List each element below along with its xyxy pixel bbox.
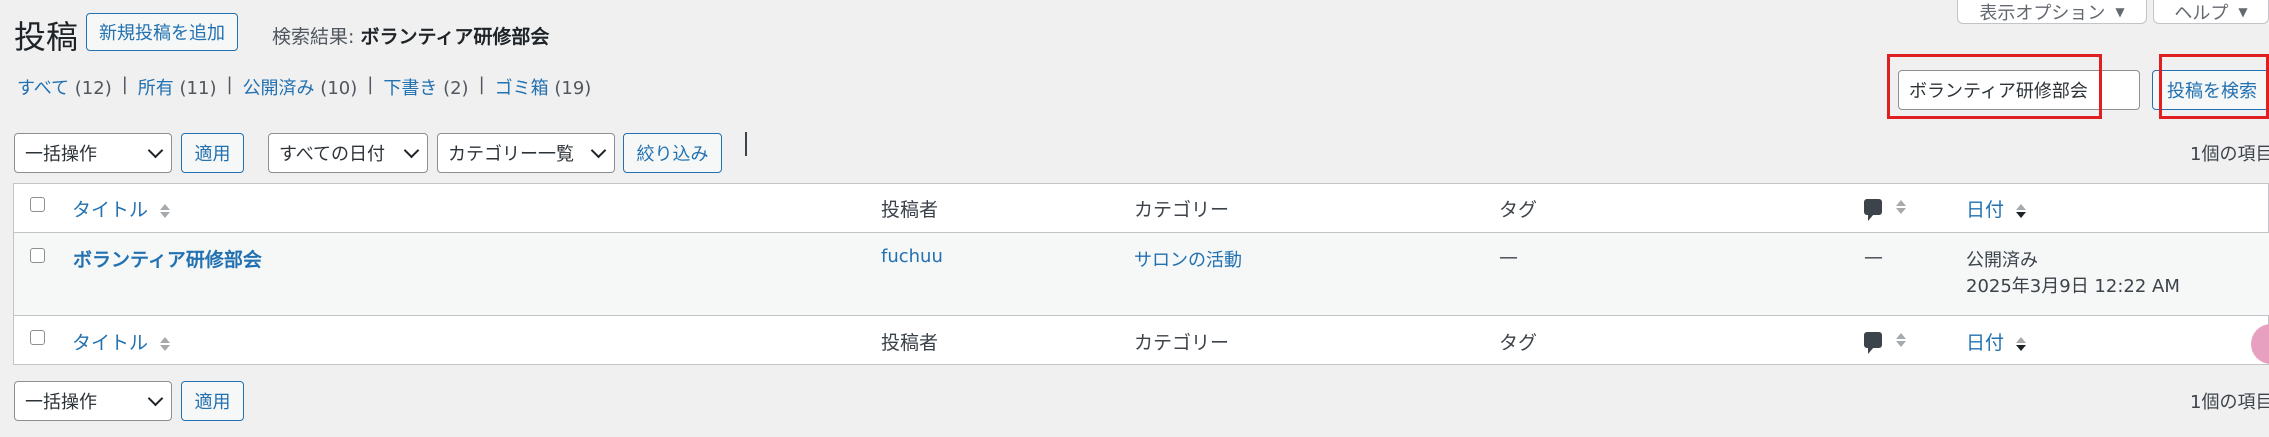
column-date-sort-bottom[interactable]: 日付 — [1966, 328, 2027, 355]
view-separator: | — [367, 74, 374, 95]
view-separator: | — [226, 74, 233, 95]
post-author-link[interactable]: fuchuu — [881, 246, 943, 267]
item-count-bottom: 1個の項目 — [2190, 392, 2269, 413]
column-title-label: タイトル — [72, 199, 149, 221]
sort-icon — [1896, 200, 1906, 214]
view-published-link[interactable]: 公開済み (10) — [243, 74, 358, 100]
search-result-prefix: 検索結果: — [272, 26, 355, 48]
sort-icon — [2016, 203, 2027, 218]
column-title-sort-bottom[interactable]: タイトル — [72, 328, 171, 355]
column-comments-sort[interactable] — [1864, 199, 1906, 221]
post-comments: — — [1864, 246, 1883, 268]
post-category-link[interactable]: サロンの活動 — [1134, 246, 1242, 272]
apply-button-top[interactable]: 適用 — [181, 133, 244, 173]
column-categories: カテゴリー — [1134, 199, 1230, 221]
column-categories-bottom: カテゴリー — [1134, 332, 1230, 354]
post-status-views: すべて (12) | 所有 (11) | 公開済み (10) | 下書き (2)… — [17, 74, 591, 100]
page-title: 投稿 — [14, 18, 79, 56]
sort-icon — [2016, 336, 2027, 351]
chevron-down-icon — [403, 142, 420, 158]
comment-bubble-icon — [1864, 199, 1882, 221]
sort-icon — [160, 203, 171, 218]
search-result-query: ボランティア研修部会 — [360, 26, 550, 48]
column-comments-sort-bottom[interactable] — [1864, 332, 1906, 354]
view-mine-link[interactable]: 所有 (11) — [138, 74, 217, 100]
sort-icon — [160, 336, 171, 351]
view-trash-link[interactable]: ゴミ箱 (19) — [495, 74, 592, 100]
highlight-box-search-input — [1887, 54, 2102, 119]
date-filter-select[interactable]: すべての日付 — [268, 133, 428, 173]
screen-options-button[interactable]: 表示オプション ▼ — [1957, 0, 2147, 24]
add-new-post-button[interactable]: 新規投稿を追加 — [86, 13, 238, 51]
select-all-checkbox[interactable] — [30, 197, 45, 212]
header-divider — [13, 232, 2269, 233]
post-status: 公開済み — [1966, 250, 2038, 271]
column-date-label: 日付 — [1966, 199, 2005, 221]
view-separator: | — [478, 74, 485, 95]
sort-icon — [1896, 333, 1906, 347]
help-tab-button[interactable]: ヘルプ ▼ — [2153, 0, 2269, 24]
bulk-action-select-bottom[interactable]: 一括操作 — [14, 381, 172, 421]
chevron-down-icon — [147, 390, 164, 406]
view-all-link[interactable]: すべて (12) — [17, 74, 112, 100]
view-separator: | — [121, 74, 128, 95]
text-cursor — [745, 132, 747, 156]
bulk-action-select-top[interactable]: 一括操作 — [14, 133, 172, 173]
bulk-action-value: 一括操作 — [25, 392, 97, 413]
column-author: 投稿者 — [881, 199, 939, 221]
highlight-box-search-button — [2159, 54, 2269, 119]
column-tags: タグ — [1499, 199, 1538, 221]
post-title-link[interactable]: ボランティア研修部会 — [73, 245, 262, 272]
column-date-label: 日付 — [1966, 332, 2005, 354]
apply-button-bottom[interactable]: 適用 — [181, 381, 244, 421]
search-result-label: 検索結果: ボランティア研修部会 — [272, 22, 549, 49]
column-date-sort[interactable]: 日付 — [1966, 195, 2027, 222]
column-tags-bottom: タグ — [1499, 332, 1538, 354]
bulk-action-value: 一括操作 — [25, 144, 97, 165]
filter-button[interactable]: 絞り込み — [623, 133, 722, 173]
view-drafts-link[interactable]: 下書き (2) — [383, 74, 468, 100]
select-all-checkbox-bottom[interactable] — [30, 330, 45, 345]
comment-bubble-icon — [1864, 332, 1882, 354]
screen-options-label: 表示オプション — [1979, 2, 2106, 24]
row-checkbox[interactable] — [30, 248, 45, 263]
help-label: ヘルプ — [2174, 2, 2229, 24]
date-filter-value: すべての日付 — [279, 144, 386, 165]
column-author-bottom: 投稿者 — [881, 332, 939, 354]
chevron-down-icon — [590, 142, 607, 158]
chevron-down-icon — [147, 142, 164, 158]
caret-down-icon: ▼ — [2238, 4, 2248, 19]
post-tags: — — [1499, 246, 1518, 268]
column-title-sort[interactable]: タイトル — [72, 195, 171, 222]
post-date: 2025年3月9日 12:22 AM — [1966, 276, 2180, 297]
category-filter-select[interactable]: カテゴリー一覧 — [437, 133, 615, 173]
column-title-label: タイトル — [72, 332, 149, 354]
footer-divider — [13, 315, 2269, 316]
item-count-top: 1個の項目 — [2190, 144, 2269, 165]
caret-down-icon: ▼ — [2115, 4, 2125, 19]
category-filter-value: カテゴリー一覧 — [448, 144, 574, 165]
